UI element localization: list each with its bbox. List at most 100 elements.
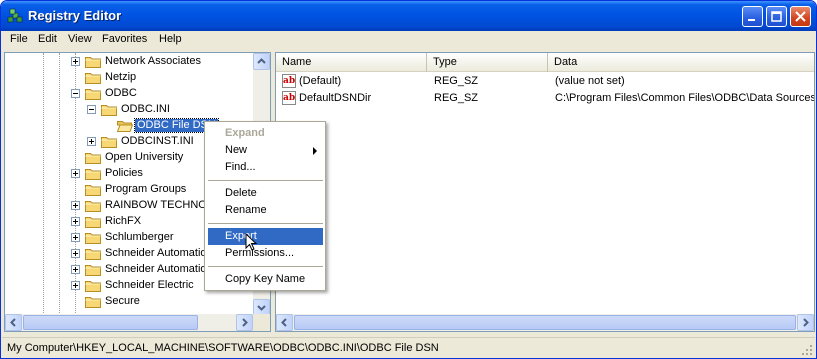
- tree-item-label: Schlumberger: [105, 231, 174, 243]
- submenu-arrow-icon: [313, 147, 317, 155]
- menu-bar: File Edit View Favorites Help: [2, 31, 815, 49]
- menu-item-permissions[interactable]: Permissions...: [208, 245, 323, 262]
- folder-icon: [85, 183, 101, 196]
- chevron-right-icon: [803, 318, 809, 327]
- folder-icon: [85, 199, 101, 212]
- tree-item-label: Schneider Automation: [105, 247, 213, 259]
- list-row[interactable]: ab (Default) REG_SZ (value not set): [276, 73, 814, 90]
- folder-icon: [101, 103, 117, 116]
- close-button[interactable]: [790, 6, 811, 27]
- close-icon: [795, 11, 806, 22]
- values-list-pane[interactable]: Name Type Data ab (Default) REG_SZ (valu…: [275, 52, 815, 332]
- folder-icon: [85, 247, 101, 260]
- expand-icon[interactable]: [71, 249, 80, 258]
- value-data: C:\Program Files\Common Files\ODBC\Data …: [555, 92, 815, 104]
- expand-icon[interactable]: [71, 217, 80, 226]
- maximize-icon: [771, 11, 782, 22]
- chevron-up-icon: [257, 58, 266, 64]
- collapse-icon[interactable]: [71, 89, 80, 98]
- minimize-icon: [748, 19, 755, 21]
- expand-icon[interactable]: [71, 265, 80, 274]
- string-value-icon: ab: [282, 91, 296, 105]
- folder-icon: [85, 167, 101, 180]
- value-name: (Default): [299, 75, 342, 87]
- scroll-thumb[interactable]: [294, 315, 796, 330]
- tree-item-label: Schneider Automation: [105, 263, 213, 275]
- expand-icon[interactable]: [71, 201, 80, 210]
- menu-separator: [208, 180, 323, 181]
- tree-horizontal-scrollbar[interactable]: [5, 314, 253, 331]
- menu-edit[interactable]: Edit: [38, 33, 57, 45]
- chevron-down-icon: [257, 305, 266, 311]
- menu-item-rename[interactable]: Rename: [208, 202, 323, 219]
- menu-help[interactable]: Help: [159, 33, 182, 45]
- resize-grip-icon[interactable]: [801, 344, 813, 356]
- folder-icon: [85, 215, 101, 228]
- menu-item-delete[interactable]: Delete: [208, 185, 323, 202]
- value-data: (value not set): [555, 75, 625, 87]
- scroll-up-button[interactable]: [253, 53, 270, 70]
- menu-separator: [208, 223, 323, 224]
- menu-item-copy-key-name[interactable]: Copy Key Name: [208, 271, 323, 288]
- tree-item[interactable]: Secure: [5, 294, 255, 310]
- list-row[interactable]: ab DefaultDSNDir REG_SZ C:\Program Files…: [276, 90, 815, 107]
- menu-view[interactable]: View: [68, 33, 92, 45]
- open-folder-icon: [116, 119, 134, 132]
- tree-item-label: Network Associates: [105, 55, 201, 67]
- maximize-button[interactable]: [766, 6, 787, 27]
- tree-item-label: Open University: [105, 151, 184, 163]
- tree-item[interactable]: Network Associates: [5, 54, 255, 70]
- column-header-type[interactable]: Type: [427, 53, 548, 72]
- value-name: DefaultDSNDir: [299, 92, 372, 104]
- expand-icon[interactable]: [71, 233, 80, 242]
- folder-icon: [85, 295, 101, 308]
- string-value-icon: ab: [282, 74, 296, 88]
- list-horizontal-scrollbar[interactable]: [276, 314, 814, 331]
- tree-item-label: ODBCINST.INI: [121, 135, 194, 147]
- tree-item-label: Secure: [105, 295, 140, 307]
- expand-icon[interactable]: [71, 281, 80, 290]
- menu-item-find[interactable]: Find...: [208, 159, 323, 176]
- status-path: My Computer\HKEY_LOCAL_MACHINE\SOFTWARE\…: [7, 342, 439, 354]
- tree-item-label: Schneider Electric: [105, 279, 194, 291]
- expand-icon[interactable]: [87, 137, 96, 146]
- scroll-right-button[interactable]: [797, 314, 814, 331]
- collapse-icon[interactable]: [87, 105, 96, 114]
- value-type: REG_SZ: [434, 75, 479, 87]
- status-bar: My Computer\HKEY_LOCAL_MACHINE\SOFTWARE\…: [2, 337, 815, 358]
- menu-item-new-label: New: [225, 144, 248, 156]
- tree-item[interactable]: ODBC: [5, 86, 255, 102]
- column-header-data[interactable]: Data: [548, 53, 814, 72]
- expand-icon[interactable]: [71, 57, 80, 66]
- tree-item-label: ODBC: [105, 87, 137, 99]
- title-bar[interactable]: Registry Editor: [1, 1, 816, 31]
- folder-icon: [85, 71, 101, 84]
- menu-favorites[interactable]: Favorites: [102, 33, 147, 45]
- minimize-button[interactable]: [742, 6, 763, 27]
- chevron-left-icon: [10, 318, 16, 327]
- chevron-right-icon: [242, 318, 248, 327]
- tree-item-label: ODBC.INI: [121, 103, 170, 115]
- scroll-right-button[interactable]: [236, 314, 253, 331]
- menu-item-expand[interactable]: Expand: [208, 125, 323, 142]
- value-type: REG_SZ: [434, 92, 479, 104]
- chevron-left-icon: [281, 318, 287, 327]
- folder-icon: [85, 279, 101, 292]
- scroll-thumb[interactable]: [23, 315, 198, 330]
- list-header: Name Type Data: [276, 53, 814, 72]
- tree-item[interactable]: ODBC.INI: [5, 102, 255, 118]
- menu-item-export[interactable]: Export: [208, 228, 323, 245]
- tree-item-label: RichFX: [105, 215, 142, 227]
- menu-file[interactable]: File: [10, 33, 28, 45]
- expand-icon[interactable]: [71, 169, 80, 178]
- scroll-left-button[interactable]: [5, 314, 22, 331]
- folder-icon: [85, 151, 101, 164]
- folder-icon: [101, 135, 117, 148]
- scroll-left-button[interactable]: [276, 314, 293, 331]
- column-header-name[interactable]: Name: [276, 53, 427, 72]
- tree-item[interactable]: Netzip: [5, 70, 255, 86]
- registry-editor-window: Registry Editor File Edit View Favorites…: [0, 0, 817, 359]
- scrollbar-corner: [253, 314, 270, 331]
- context-menu: Expand New Find... Delete Rename Export …: [204, 121, 326, 291]
- menu-item-new[interactable]: New: [208, 142, 323, 159]
